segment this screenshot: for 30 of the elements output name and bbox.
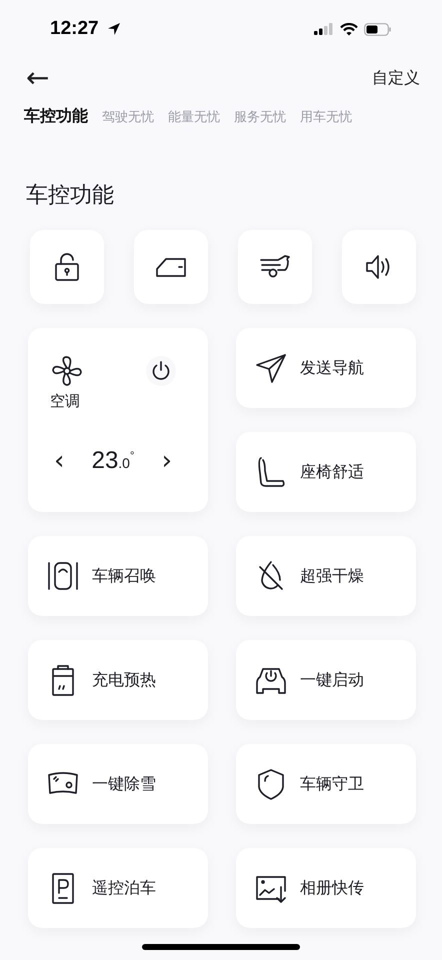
feature-card[interactable]: 发送导航 <box>236 328 416 408</box>
control-tile[interactable] <box>238 230 312 304</box>
customize-button[interactable]: 自定义 <box>372 68 420 88</box>
status-time: 12:27 <box>50 18 99 40</box>
control-tile[interactable] <box>342 230 416 304</box>
feature-card[interactable]: 遥控泊车 <box>28 848 208 928</box>
battery-icon <box>364 22 392 36</box>
back-button[interactable]: ← <box>26 64 50 92</box>
fan-icon <box>50 354 84 388</box>
control-tile[interactable] <box>30 230 104 304</box>
feature-card[interactable]: 车辆召唤 <box>28 536 208 616</box>
signal-icon <box>314 23 334 35</box>
decrease-button[interactable]: ‹ <box>50 448 68 474</box>
feature-card[interactable]: 充电预热 <box>28 640 208 720</box>
feature-card[interactable]: 相册快传 <box>236 848 416 928</box>
feature-card[interactable]: 超强干燥 <box>236 536 416 616</box>
category-tab[interactable]: 车控功能 <box>24 106 88 127</box>
wifi-icon <box>340 22 358 36</box>
feature-card[interactable]: 一键启动 <box>236 640 416 720</box>
increase-button[interactable]: › <box>158 448 176 474</box>
section-title: 车控功能 <box>25 182 115 210</box>
location-icon <box>106 22 121 36</box>
control-tile[interactable] <box>134 230 208 304</box>
feature-card[interactable]: 座椅舒适 <box>236 432 416 512</box>
send-arrow-icon <box>254 351 288 385</box>
feature-card[interactable]: 车辆守卫 <box>236 744 416 824</box>
car-summon-icon <box>46 559 80 593</box>
climate-label: 空调 <box>50 392 80 411</box>
power-button[interactable] <box>146 356 176 386</box>
feature-card[interactable]: 一键除雪 <box>28 744 208 824</box>
